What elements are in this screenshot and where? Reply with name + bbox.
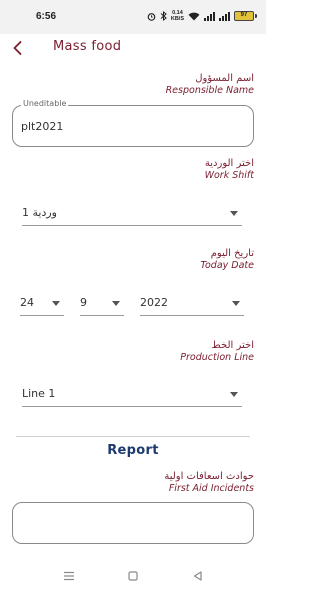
page-title: Mass food	[53, 39, 122, 54]
uneditable-legend: Uneditable	[21, 99, 69, 108]
recent-apps-icon[interactable]	[61, 568, 77, 584]
home-icon[interactable]	[125, 568, 141, 584]
status-bar: 6:56 0.14 KB/S 97	[0, 0, 266, 34]
section-divider	[16, 436, 250, 437]
responsible-name-value: plt2021	[21, 120, 64, 133]
work-shift-label-ar: اختر الوردية	[204, 158, 254, 169]
day-dropdown[interactable]: 24	[20, 292, 64, 316]
wifi-icon	[188, 12, 200, 21]
production-line-label-ar: اختر الخط	[211, 340, 254, 351]
first-aid-label-en: First Aid Incidents	[168, 483, 254, 494]
month-dropdown[interactable]: 9	[80, 292, 124, 316]
work-shift-label-en: Work Shift	[204, 170, 254, 181]
status-icons: 0.14 KB/S 97	[147, 9, 257, 23]
network-speed-unit: KB/S	[170, 16, 184, 22]
year-value: 2022	[140, 296, 168, 309]
responsible-name-label-en: Responsible Name	[165, 85, 254, 96]
today-date-label-ar: تاريخ اليوم	[210, 248, 254, 259]
dropdown-arrow-icon	[232, 301, 240, 306]
report-title: Report	[107, 443, 159, 458]
work-shift-value: وردية 1	[22, 206, 57, 219]
status-time: 6:56	[36, 11, 57, 22]
app-header: Mass food	[0, 34, 266, 64]
responsible-name-label-ar: اسم المسؤول	[195, 73, 254, 84]
network-speed: 0.14 KB/S	[171, 10, 184, 22]
dropdown-arrow-icon	[52, 301, 60, 306]
today-date-label-en: Today Date	[200, 260, 254, 271]
system-nav-bar	[0, 560, 266, 592]
responsible-name-field: Uneditable plt2021	[12, 99, 254, 147]
production-line-value: Line 1	[22, 387, 56, 400]
work-shift-label: اختر الوردية Work Shift	[205, 158, 254, 182]
dropdown-arrow-icon	[230, 392, 238, 397]
bluetooth-icon	[160, 11, 167, 21]
production-line-label: اختر الخط Production Line	[180, 340, 254, 364]
signal-icon-1	[204, 11, 215, 21]
production-line-label-en: Production Line	[180, 352, 254, 363]
first-aid-label-ar: حوادث اسعافات اولية	[164, 471, 254, 482]
dropdown-arrow-icon	[230, 211, 238, 216]
signal-icon-2	[219, 11, 230, 21]
month-value: 9	[80, 296, 87, 309]
year-dropdown[interactable]: 2022	[140, 292, 244, 316]
back-nav-icon[interactable]	[189, 568, 205, 584]
production-line-dropdown[interactable]: Line 1	[22, 383, 242, 407]
dropdown-arrow-icon	[112, 301, 120, 306]
day-value: 24	[20, 296, 34, 309]
back-arrow-icon[interactable]	[10, 40, 24, 56]
battery-icon: 97	[234, 11, 257, 21]
work-shift-dropdown[interactable]: وردية 1	[22, 202, 242, 226]
alarm-icon	[147, 12, 156, 21]
first-aid-label: حوادث اسعافات اولية First Aid Incidents	[164, 471, 254, 495]
first-aid-input[interactable]	[12, 502, 254, 544]
responsible-name-label: اسم المسؤول Responsible Name	[166, 73, 254, 97]
today-date-label: تاريخ اليوم Today Date	[200, 248, 254, 272]
